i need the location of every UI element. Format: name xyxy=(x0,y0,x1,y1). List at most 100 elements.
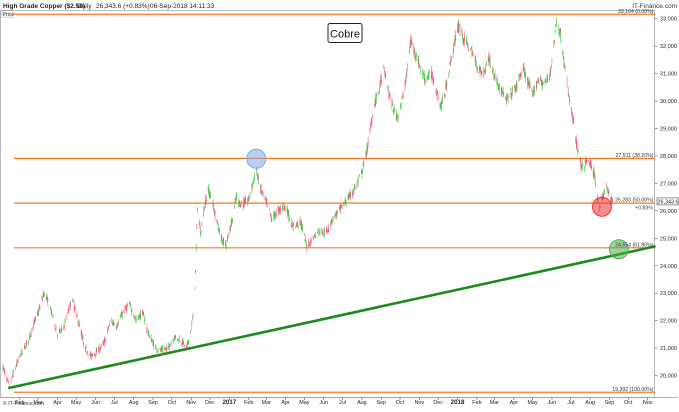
candle-body xyxy=(163,348,165,350)
candle-body xyxy=(47,297,48,304)
candle-body xyxy=(406,72,408,75)
candle-body xyxy=(480,69,482,71)
candle-body xyxy=(43,293,45,297)
candle-body xyxy=(462,34,463,39)
candle-body xyxy=(480,71,482,73)
candle-body xyxy=(270,212,271,216)
candle-body xyxy=(494,73,495,78)
candle-body xyxy=(527,80,529,84)
candle-body xyxy=(405,73,407,77)
candle-body xyxy=(269,212,271,214)
candle-body xyxy=(165,347,167,349)
candle-body xyxy=(67,312,69,313)
candle-body xyxy=(335,212,336,214)
candle-body xyxy=(260,187,262,190)
candle-body xyxy=(231,220,233,223)
candle-body xyxy=(22,351,23,352)
candle-body xyxy=(278,207,280,213)
candle-body xyxy=(144,321,146,323)
candle-body xyxy=(258,181,260,184)
candle-body xyxy=(218,229,220,233)
candle-body xyxy=(461,30,463,35)
candle-body xyxy=(331,222,333,223)
candle-body xyxy=(547,77,548,81)
candle-body xyxy=(371,119,373,123)
candle-body xyxy=(542,83,544,85)
candle-body xyxy=(127,304,128,306)
candle-body xyxy=(444,93,445,98)
x-tick-label: Nov xyxy=(643,400,653,406)
candle-body xyxy=(25,343,27,345)
candle-body xyxy=(17,358,19,362)
candle-body xyxy=(484,70,486,73)
highlight-circle xyxy=(246,148,267,169)
candle-body xyxy=(121,312,123,317)
candle-body xyxy=(236,195,238,197)
x-tick-label: Sep xyxy=(376,400,386,406)
candle-body xyxy=(222,240,223,242)
candle-body xyxy=(72,298,74,300)
candle-body xyxy=(340,205,342,207)
candle-body xyxy=(343,202,345,207)
candle-body xyxy=(572,114,573,119)
candle-body xyxy=(133,315,135,318)
candle-body xyxy=(511,92,513,96)
candle-body xyxy=(86,352,88,354)
candle-body xyxy=(397,116,398,118)
candle-body xyxy=(275,211,277,217)
candle-body xyxy=(155,345,156,348)
candle-body xyxy=(389,94,391,99)
candle-body xyxy=(98,351,100,352)
candle-body xyxy=(42,298,43,300)
x-tick-label: Feb xyxy=(472,400,481,406)
candle-body xyxy=(4,371,6,375)
candle-body xyxy=(356,183,358,187)
candle-body xyxy=(76,312,78,316)
candle-body xyxy=(232,218,233,222)
candle-body xyxy=(435,88,437,94)
candle-body xyxy=(223,239,225,244)
candle-body xyxy=(577,150,579,152)
candle-body xyxy=(470,48,472,50)
candle-body xyxy=(457,23,459,28)
candle-body xyxy=(169,345,171,348)
candle-body xyxy=(367,140,369,145)
candle-body xyxy=(30,330,32,335)
candle-body xyxy=(213,207,215,212)
candle-body xyxy=(376,92,378,94)
candle-body xyxy=(152,342,154,346)
x-tick-label: 2017 xyxy=(222,399,236,406)
candle-body xyxy=(35,316,36,320)
candle-body xyxy=(283,203,285,206)
candle-body xyxy=(182,339,183,345)
candle-body xyxy=(499,83,500,90)
candle-body xyxy=(592,168,594,176)
candle-body xyxy=(483,71,485,77)
candle-body xyxy=(205,198,206,206)
last-price-label: 26,343.6 xyxy=(658,199,679,205)
candle-body xyxy=(287,208,288,215)
candle-body xyxy=(192,319,193,320)
candle-body xyxy=(252,184,253,187)
candle-body xyxy=(225,241,226,247)
candle-body xyxy=(563,59,565,64)
candle-body xyxy=(550,64,552,68)
candle-body xyxy=(248,198,250,200)
candle-body xyxy=(476,69,478,71)
candle-body xyxy=(569,98,570,103)
candle-body xyxy=(73,305,75,309)
candle-body xyxy=(95,354,96,356)
candle-body xyxy=(448,75,450,77)
y-tick-label: 20,000 xyxy=(660,374,677,380)
candle-body xyxy=(419,65,421,67)
candle-body xyxy=(160,348,162,351)
candle-body xyxy=(335,214,337,217)
fib-level-label: 24,654 (61.80%) xyxy=(615,242,654,248)
candle-body xyxy=(183,345,185,347)
candle-body xyxy=(156,350,158,352)
candle-body xyxy=(20,354,22,357)
candle-body xyxy=(38,307,40,309)
candle-body xyxy=(238,200,240,205)
candle-body xyxy=(562,53,564,59)
x-tick-label: Dec xyxy=(205,400,215,406)
